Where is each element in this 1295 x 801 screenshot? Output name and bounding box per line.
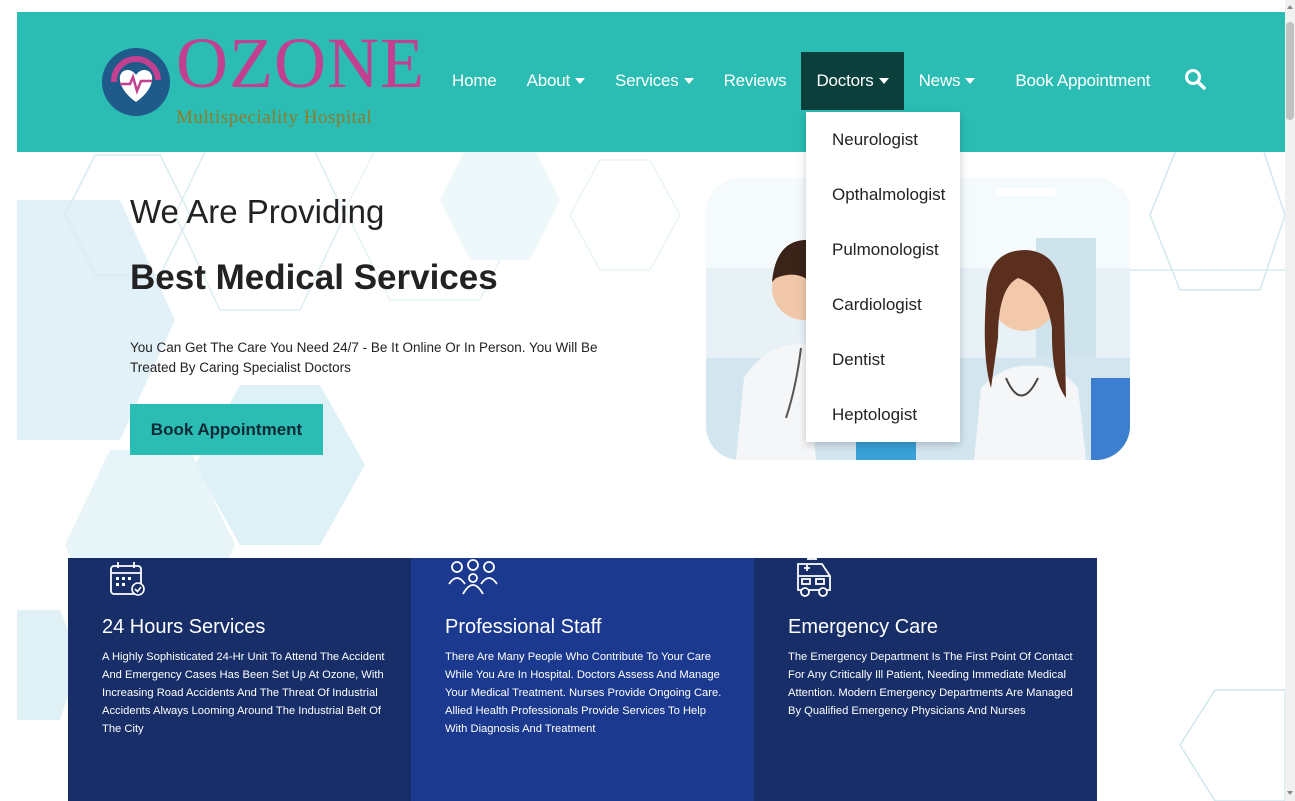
feature-card-emergency-care: Emergency Care The Emergency Department … [754,553,1097,801]
features-section: 24 Hours Services A Highly Sophisticated… [68,553,1097,801]
main-nav: Home About Services Reviews Doctors News… [437,52,1165,110]
ambulance-icon [797,553,831,597]
caret-down-icon [965,78,976,84]
nav-home-label: Home [452,71,497,90]
doctors-dropdown-menu: Neurologist Opthalmologist Pulmonologist… [806,112,960,442]
nav-services-label: Services [615,71,679,90]
page: OZONE Multispeciality Hospital Home Abou… [0,0,1295,801]
site-logo[interactable]: OZONE Multispeciality Hospital [100,23,424,135]
hero-description: You Can Get The Care You Need 24/7 - Be … [130,340,598,375]
nav-news[interactable]: News [904,52,991,110]
nav-news-label: News [918,71,961,90]
vertical-scrollbar[interactable] [1285,0,1295,801]
caret-down-icon [878,78,889,84]
nav-reviews[interactable]: Reviews [709,52,802,110]
heart-pulse-logo-icon [102,48,170,116]
menu-item-opthalmologist[interactable]: Opthalmologist [806,167,960,222]
nav-book-appointment[interactable]: Book Appointment [1000,52,1165,110]
book-appointment-button[interactable]: Book Appointment [130,404,323,455]
nav-home[interactable]: Home [437,52,512,110]
nav-book-appointment-label: Book Appointment [1015,71,1151,90]
menu-item-neurologist[interactable]: Neurologist [806,112,960,167]
feature-title: Emergency Care [788,616,939,638]
nav-reviews-label: Reviews [723,71,787,90]
caret-down-icon [683,78,694,84]
caret-down-icon [575,78,585,84]
nav-services[interactable]: Services [600,52,709,110]
feature-text: The Emergency Department Is The First Po… [788,651,1073,717]
logo-title: OZONE [176,23,425,103]
menu-item-pulmonologist[interactable]: Pulmonologist [806,222,960,277]
nav-about-label: About [526,71,571,90]
feature-card-24-hours: 24 Hours Services A Highly Sophisticated… [68,558,411,801]
nav-doctors-label: Doctors [816,71,874,90]
feature-text: A Highly Sophisticated 24-Hr Unit To Att… [102,651,385,735]
feature-title: 24 Hours Services [102,616,266,638]
nav-about[interactable]: About [512,52,600,110]
hero-title: We Are Providing [130,193,385,230]
scroll-up-arrow-icon[interactable] [1287,5,1293,9]
menu-item-dentist[interactable]: Dentist [806,332,960,387]
scrollbar-thumb[interactable] [1286,22,1294,120]
logo-subtitle: Multispeciality Hospital [176,107,373,128]
staff-group-icon [448,559,498,595]
calendar-icon [110,562,145,596]
hero-heading: Best Medical Services [130,258,498,297]
nav-doctors[interactable]: Doctors [801,52,904,110]
menu-item-heptologist[interactable]: Heptologist [806,387,960,442]
scroll-down-arrow-icon[interactable] [1287,791,1293,795]
feature-card-professional-staff: Professional Staff There Are Many People… [411,558,754,801]
feature-text: There Are Many People Who Contribute To … [445,651,722,735]
menu-item-cardiologist[interactable]: Cardiologist [806,277,960,332]
feature-title: Professional Staff [445,616,602,638]
search-icon[interactable] [1183,67,1207,91]
